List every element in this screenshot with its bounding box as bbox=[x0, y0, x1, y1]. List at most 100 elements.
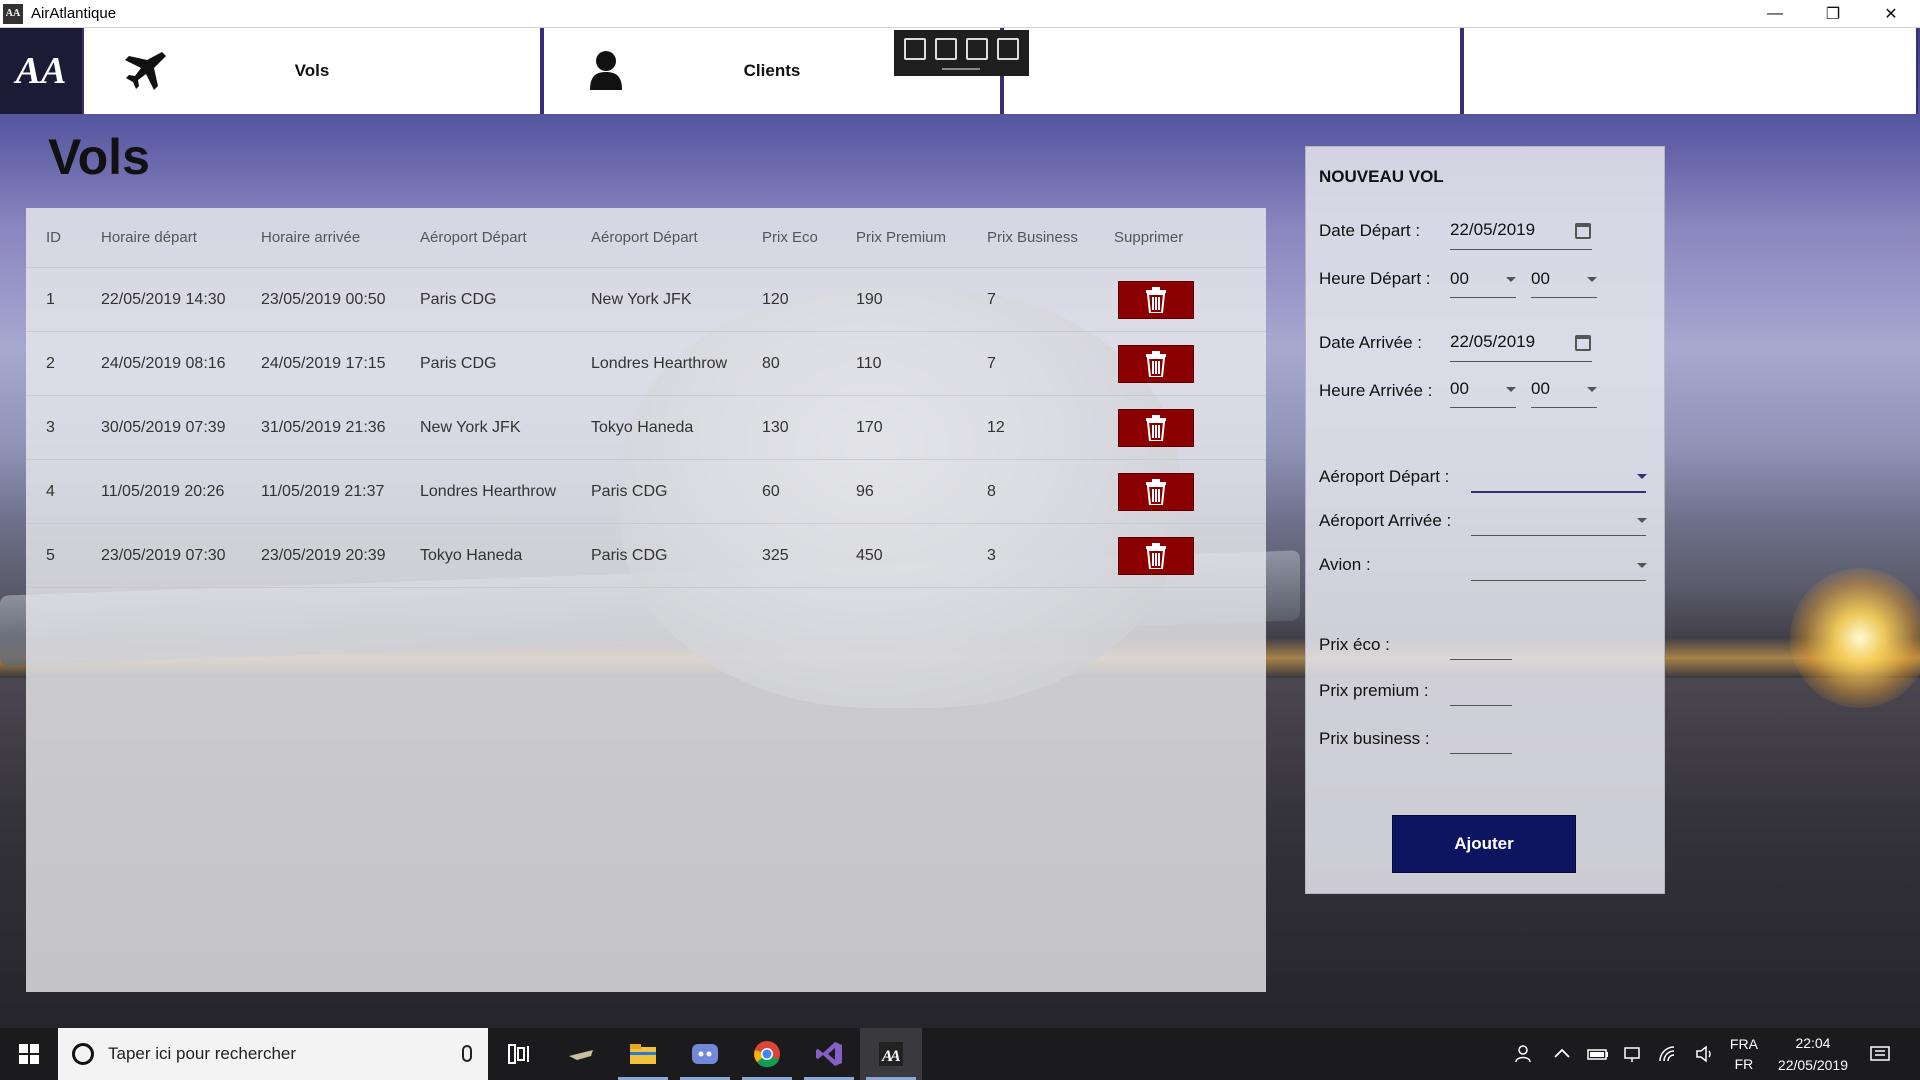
col-prix-business[interactable]: Prix Business bbox=[987, 229, 1078, 246]
col-id[interactable]: ID bbox=[46, 229, 61, 246]
heure-depart-minute-select[interactable]: 00 bbox=[1531, 269, 1550, 289]
calendar-icon[interactable] bbox=[1575, 335, 1591, 351]
chevron-up-icon[interactable] bbox=[1550, 1045, 1574, 1063]
input-language[interactable]: FRA FR bbox=[1730, 1034, 1758, 1074]
windows-taskbar: Taper ici pour rechercher AA FRA FR 22:0… bbox=[0, 1028, 1920, 1080]
clock-date: 22/05/2019 bbox=[1777, 1057, 1848, 1073]
app-icon: AA bbox=[3, 3, 23, 24]
window-controls: — ❐ ✕ bbox=[1746, 0, 1920, 28]
cell-horaire-arrivee: 23/05/2019 00:50 bbox=[261, 290, 386, 308]
taskbar-app-plane[interactable] bbox=[550, 1028, 612, 1080]
col-aeroport-depart[interactable]: Aéroport Départ bbox=[420, 229, 527, 246]
heure-depart-label: Heure Départ : bbox=[1319, 269, 1431, 288]
delete-button[interactable] bbox=[1118, 472, 1194, 511]
display-layout-adorners-icon[interactable] bbox=[965, 38, 988, 60]
hour-underline bbox=[1450, 407, 1516, 408]
restore-button[interactable]: ❐ bbox=[1804, 0, 1862, 28]
tab-empty-2[interactable] bbox=[1462, 28, 1918, 114]
tab-vols[interactable]: Vols bbox=[82, 28, 542, 114]
start-button[interactable] bbox=[0, 1028, 58, 1080]
prix-business-label: Prix business : bbox=[1319, 729, 1430, 748]
taskbar-visual-studio[interactable] bbox=[798, 1028, 860, 1080]
col-aeroport-arrivee[interactable]: Aéroport Départ bbox=[591, 229, 698, 246]
live-visual-tree-icon[interactable] bbox=[904, 38, 927, 60]
col-prix-eco[interactable]: Prix Eco bbox=[762, 229, 818, 246]
close-button[interactable]: ✕ bbox=[1862, 0, 1920, 28]
table-header: ID Horaire départ Horaire arrivée Aéropo… bbox=[26, 208, 1266, 268]
prix-eco-input[interactable] bbox=[1450, 659, 1512, 660]
col-horaire-arrivee[interactable]: Horaire arrivée bbox=[261, 229, 360, 246]
prix-eco-label: Prix éco : bbox=[1319, 635, 1390, 654]
cell-prix-premium: 190 bbox=[856, 290, 883, 308]
delete-button[interactable] bbox=[1118, 408, 1194, 447]
trash-icon bbox=[1146, 478, 1166, 505]
trash-icon bbox=[1146, 542, 1166, 569]
trash-icon bbox=[1146, 414, 1166, 441]
prix-premium-input[interactable] bbox=[1450, 705, 1512, 706]
battery-icon[interactable] bbox=[1586, 1045, 1610, 1063]
chevron-down-icon bbox=[1506, 387, 1516, 392]
date-depart-picker[interactable]: 22/05/2019 bbox=[1450, 220, 1535, 240]
minimize-button[interactable]: — bbox=[1746, 0, 1804, 28]
col-prix-premium[interactable]: Prix Premium bbox=[856, 229, 946, 246]
cell-id: 2 bbox=[46, 354, 55, 372]
cell-id: 5 bbox=[46, 546, 55, 564]
cell-prix-business: 12 bbox=[987, 418, 1005, 436]
wifi-icon[interactable] bbox=[1658, 1045, 1682, 1063]
cell-prix-premium: 96 bbox=[856, 482, 874, 500]
table-row[interactable]: 3 30/05/2019 07:39 31/05/2019 21:36 New … bbox=[26, 396, 1266, 460]
ajouter-button[interactable]: Ajouter bbox=[1392, 815, 1576, 873]
cell-horaire-arrivee: 23/05/2019 20:39 bbox=[261, 546, 386, 564]
hour-underline bbox=[1450, 297, 1516, 298]
toolbar-grip[interactable] bbox=[942, 68, 980, 70]
volume-icon[interactable] bbox=[1694, 1045, 1718, 1063]
chevron-down-icon bbox=[1587, 277, 1597, 282]
taskbar-discord[interactable] bbox=[674, 1028, 736, 1080]
table-row[interactable]: 1 22/05/2019 14:30 23/05/2019 00:50 Pari… bbox=[26, 268, 1266, 332]
col-horaire-depart[interactable]: Horaire départ bbox=[101, 229, 197, 246]
heure-arrivee-minute-select[interactable]: 00 bbox=[1531, 379, 1550, 399]
taskbar-file-explorer[interactable] bbox=[612, 1028, 674, 1080]
system-tray: FRA FR 22:04 22/05/2019 bbox=[1514, 1028, 1920, 1080]
cell-aeroport-depart: Tokyo Haneda bbox=[420, 546, 523, 564]
select-element-icon[interactable] bbox=[935, 38, 958, 60]
people-icon[interactable] bbox=[1514, 1045, 1538, 1063]
trash-icon bbox=[1146, 286, 1166, 313]
col-supprimer[interactable]: Supprimer bbox=[1114, 229, 1183, 246]
network-icon[interactable] bbox=[1622, 1045, 1646, 1063]
heure-arrivee-hour-select[interactable]: 00 bbox=[1450, 379, 1469, 399]
avion-select[interactable] bbox=[1471, 580, 1646, 581]
cell-prix-eco: 120 bbox=[762, 290, 789, 308]
delete-button[interactable] bbox=[1118, 280, 1194, 319]
airatlantique-logo[interactable]: AA bbox=[0, 28, 82, 114]
taskbar-airatlantique[interactable]: AA bbox=[860, 1028, 922, 1080]
aeroport-depart-select[interactable] bbox=[1471, 491, 1646, 493]
cell-horaire-arrivee: 31/05/2019 21:36 bbox=[261, 418, 386, 436]
clock[interactable]: 22:04 22/05/2019 bbox=[1778, 1032, 1848, 1076]
cell-aeroport-arrivee: Paris CDG bbox=[591, 546, 668, 564]
taskbar-search[interactable]: Taper ici pour rechercher bbox=[58, 1028, 488, 1080]
delete-button[interactable] bbox=[1118, 344, 1194, 383]
avion-label: Avion : bbox=[1319, 555, 1371, 574]
tab-empty-1[interactable] bbox=[1002, 28, 1462, 114]
calendar-icon[interactable] bbox=[1575, 223, 1591, 239]
notifications-icon[interactable] bbox=[1868, 1045, 1892, 1063]
track-focus-icon[interactable] bbox=[996, 38, 1019, 60]
cell-prix-premium: 450 bbox=[856, 546, 883, 564]
prix-business-input[interactable] bbox=[1450, 753, 1512, 754]
cell-prix-eco: 325 bbox=[762, 546, 789, 564]
delete-button[interactable] bbox=[1118, 536, 1194, 575]
keyboard-layout: FR bbox=[1734, 1056, 1754, 1072]
table-row[interactable]: 4 11/05/2019 20:26 11/05/2019 21:37 Lond… bbox=[26, 460, 1266, 524]
table-row[interactable]: 5 23/05/2019 07:30 23/05/2019 20:39 Toky… bbox=[26, 524, 1266, 588]
date-depart-underline bbox=[1450, 249, 1592, 250]
plane-app-icon bbox=[569, 1050, 593, 1060]
aeroport-arrivee-select[interactable] bbox=[1471, 535, 1646, 536]
table-row[interactable]: 2 24/05/2019 08:16 24/05/2019 17:15 Pari… bbox=[26, 332, 1266, 396]
date-arrivee-picker[interactable]: 22/05/2019 bbox=[1450, 332, 1535, 352]
date-arrivee-underline bbox=[1450, 361, 1592, 362]
taskbar-chrome[interactable] bbox=[736, 1028, 798, 1080]
microphone-icon[interactable] bbox=[462, 1045, 472, 1062]
heure-depart-hour-select[interactable]: 00 bbox=[1450, 269, 1469, 289]
task-view-button[interactable] bbox=[488, 1028, 550, 1080]
